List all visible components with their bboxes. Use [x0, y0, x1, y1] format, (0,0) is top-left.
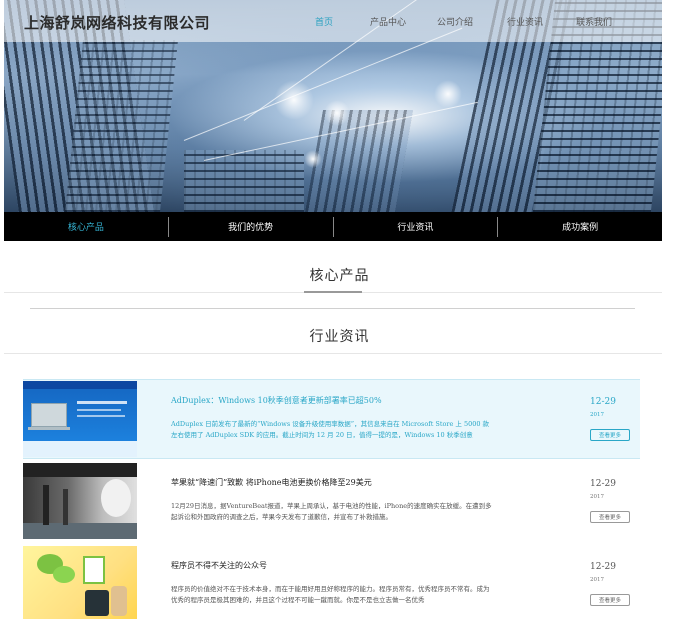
subnav-core-products[interactable]: 核心产品 — [4, 212, 168, 241]
subnav-industry-news[interactable]: 行业资讯 — [334, 212, 498, 241]
nav-news[interactable]: 行业资讯 — [507, 15, 543, 28]
nav-contact[interactable]: 联系我们 — [576, 15, 612, 28]
top-nav: 首页 产品中心 公司介绍 行业资讯 联系我们 — [4, 15, 662, 31]
divider — [30, 308, 635, 309]
news-item[interactable]: AdDuplex：Windows 10秋季创意者更新部署率已超50% AdDup… — [23, 379, 640, 459]
top-header: 上海舒岚网络科技有限公司 首页 产品中心 公司介绍 行业资讯 联系我们 — [4, 0, 662, 42]
news-date-year: 2017 — [590, 494, 604, 500]
news-item[interactable]: 苹果就“降速门”致歉 将iPhone电池更换价格降至29美元 12月29日消息，… — [23, 462, 640, 542]
news-title[interactable]: 苹果就“降速门”致歉 将iPhone电池更换价格降至29美元 — [171, 477, 372, 488]
news-date-year: 2017 — [590, 577, 604, 583]
news-description: AdDuplex 日前发布了最新的“Windows 设备升级使用率数据”，其信息… — [171, 420, 490, 439]
divider — [4, 353, 662, 354]
subnav-advantages[interactable]: 我们的优势 — [169, 212, 333, 241]
nav-products[interactable]: 产品中心 — [370, 15, 406, 28]
read-more-button[interactable]: 查看更多 — [590, 429, 630, 441]
subnav-cases[interactable]: 成功案例 — [498, 212, 662, 241]
news-thumbnail[interactable] — [23, 546, 137, 619]
news-thumbnail[interactable] — [23, 463, 137, 539]
read-more-button[interactable]: 查看更多 — [590, 511, 630, 523]
news-thumbnail[interactable] — [23, 381, 137, 457]
news-date-day: 12-29 — [590, 562, 616, 572]
read-more-button[interactable]: 查看更多 — [590, 594, 630, 606]
news-date-day: 12-29 — [590, 479, 616, 489]
section-title-core-products: 核心产品 — [309, 268, 370, 284]
news-date-day: 12-29 — [590, 397, 616, 407]
section-title-industry-news: 行业资讯 — [309, 329, 370, 345]
news-item[interactable]: 程序员不得不关注的公众号 程序员的价值绝对不在于技术本身，而在于能用好用且好称程… — [23, 545, 640, 622]
news-description: 12月29日消息，据VentureBeat报道，苹果上周承认，基于电池的性能，i… — [171, 502, 492, 521]
nav-about[interactable]: 公司介绍 — [437, 15, 473, 28]
news-date-year: 2017 — [590, 412, 604, 418]
title-underline — [304, 291, 362, 293]
nav-home[interactable]: 首页 — [315, 15, 333, 28]
news-title[interactable]: 程序员不得不关注的公众号 — [171, 560, 267, 571]
news-title[interactable]: AdDuplex：Windows 10秋季创意者更新部署率已超50% — [171, 395, 382, 406]
secondary-nav: 核心产品 我们的优势 行业资讯 成功案例 — [4, 212, 662, 241]
news-description: 程序员的价值绝对不在于技术本身，而在于能用好用且好称程序的能力。程序员常有，优秀… — [171, 585, 490, 604]
